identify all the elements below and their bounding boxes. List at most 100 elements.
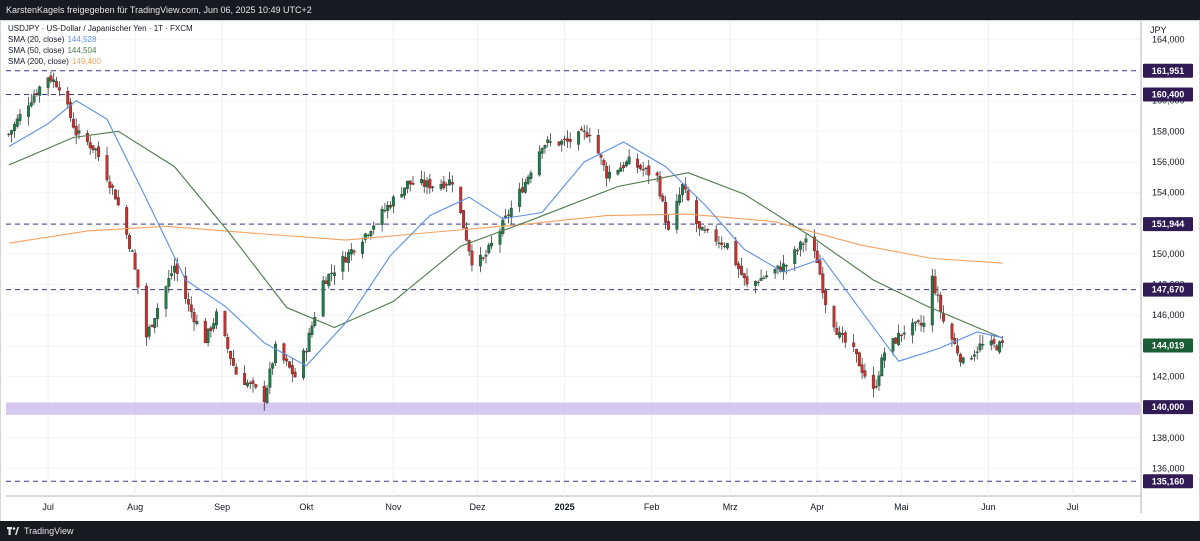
price-chart[interactable]: Jul Aug Sep Okt Nov Dez 2025 Feb Mrz Apr Mai Jun Jul… (0, 0, 1200, 541)
x-tick-label: Nov (385, 502, 402, 512)
candle-up (167, 278, 171, 287)
candle-up (383, 210, 387, 212)
candle-down (737, 263, 741, 269)
candle-up (215, 311, 218, 326)
candle-up (490, 242, 494, 247)
candle-down (189, 304, 193, 312)
candle-down (88, 142, 92, 149)
candle-down (344, 257, 348, 263)
candle-down (290, 365, 294, 375)
candle-up (206, 328, 210, 343)
candle-down (852, 342, 856, 347)
candle-up (681, 184, 684, 195)
candle-up (245, 382, 249, 387)
sma20-legend[interactable]: SMA (20, close) 144,528 (8, 34, 193, 45)
candle-down (638, 165, 642, 170)
y-tick-label: 164,000 (1152, 34, 1185, 44)
candle-down (304, 351, 308, 353)
candle-up (445, 184, 449, 186)
support-tag-label: 140,000 (1152, 402, 1185, 412)
footer-brand[interactable]: TradingView (24, 526, 74, 536)
candle-up (765, 275, 769, 278)
candle-down (919, 322, 923, 326)
candle-down (111, 185, 115, 188)
candle-up (372, 225, 376, 230)
candle-down (824, 290, 828, 305)
candle-up (487, 244, 491, 253)
candle-down (565, 138, 569, 142)
candle-down (133, 252, 137, 270)
candle-down (411, 182, 415, 185)
candle-down (116, 197, 120, 206)
candle-down (231, 358, 235, 366)
candle-down (136, 269, 140, 288)
level-tag-label: 151,944 (1152, 219, 1185, 229)
candle-down (739, 265, 743, 275)
candle-up (29, 102, 33, 107)
candle-down (150, 324, 154, 327)
candle-down (599, 154, 603, 158)
sma50-legend[interactable]: SMA (50, close) 144,504 (8, 45, 193, 56)
candle-up (10, 130, 14, 135)
level-tag-label: 147,670 (1152, 285, 1185, 295)
candle-up (27, 105, 30, 117)
candle-up (327, 273, 331, 287)
sma200-legend[interactable]: SMA (200, close) 149,400 (8, 56, 193, 67)
candle-up (341, 256, 345, 272)
candle-up (130, 250, 134, 252)
candle-up (784, 265, 788, 267)
candle-down (1001, 340, 1004, 343)
candle-up (431, 186, 435, 188)
candle-down (105, 155, 109, 181)
candle-up (796, 250, 800, 252)
level-tag-label: 161,951 (1152, 66, 1185, 76)
candle-up (700, 227, 704, 231)
candle-down (91, 145, 95, 150)
candle-down (843, 332, 847, 343)
candle-up (425, 180, 429, 188)
level-tag-label: 135,160 (1152, 476, 1185, 486)
candle-up (439, 184, 443, 189)
candle-down (144, 285, 148, 338)
candle-down (243, 373, 247, 385)
candle-up (546, 139, 550, 143)
candle-up (616, 170, 620, 175)
candle-down (596, 135, 600, 154)
y-tick-label: 136,000 (1152, 463, 1185, 473)
x-tick-label: Mai (894, 502, 909, 512)
candle-up (405, 180, 409, 189)
candle-down (585, 132, 589, 138)
candle-up (989, 340, 993, 346)
symbol-title[interactable]: USDJPY · US-Dollar / Japanischer Yen · 1… (8, 23, 193, 34)
candle-down (832, 306, 836, 328)
candle-up (265, 387, 269, 403)
candle-down (521, 187, 524, 193)
candle-up (897, 333, 901, 345)
candle-down (855, 349, 858, 355)
y-tick-label: 150,000 (1152, 249, 1185, 259)
candle-down (622, 165, 625, 169)
candle-down (7, 133, 11, 136)
candle-up (972, 354, 976, 357)
candle-up (678, 194, 682, 203)
candle-up (12, 124, 16, 132)
candle-down (57, 87, 61, 91)
candle-down (282, 343, 286, 361)
candle-down (248, 382, 252, 384)
candle-down (686, 190, 690, 201)
candle-up (543, 145, 547, 149)
candle-down (647, 165, 651, 176)
candle-down (563, 138, 567, 141)
candle-down (459, 186, 463, 213)
candle-up (321, 280, 325, 317)
candle-down (958, 354, 962, 363)
candle-down (756, 281, 760, 284)
candle-up (838, 332, 842, 338)
candle-up (537, 151, 541, 176)
candle-down (125, 207, 129, 235)
candle-down (234, 366, 238, 375)
candle-down (821, 273, 825, 294)
candle-up (582, 130, 586, 132)
candle-down (995, 345, 999, 351)
candle-down (857, 352, 861, 367)
